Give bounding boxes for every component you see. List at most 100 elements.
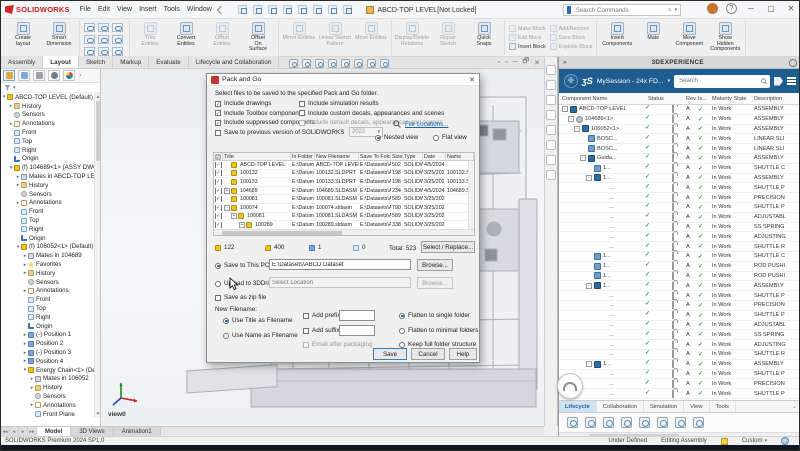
tree-item[interactable]: Origin [1, 155, 100, 164]
menu-item[interactable]: Insert [139, 6, 157, 13]
component-row[interactable]: ... A ✓ In Work PRECISION [559, 379, 800, 389]
tree-item[interactable]: ▸ Annotations [1, 119, 100, 128]
panel-tab[interactable]: View [684, 401, 709, 412]
insert-block-icon[interactable] [509, 43, 516, 50]
table-row[interactable]: 100132 E:\Datum100132.SLDPRTE:\Datasets\… [214, 170, 474, 179]
checkbox-icon[interactable] [299, 110, 305, 116]
save-path-input[interactable] [269, 259, 411, 270]
checkbox-icon[interactable] [215, 110, 221, 116]
tree-item[interactable]: Top [1, 216, 100, 225]
table-row[interactable]: + 104689 E:\Datum104689.SLDASME:\Dataset… [214, 187, 474, 196]
checkbox-icon[interactable] [303, 313, 309, 319]
menu-item[interactable]: File [80, 6, 91, 13]
tree-item[interactable]: Front [1, 207, 100, 216]
home-icon[interactable] [546, 80, 556, 90]
ribbon-block-button[interactable]: Edit Block [509, 34, 546, 41]
tree-filter[interactable]: ▾ [1, 83, 100, 93]
propertymanager-tab-icon[interactable] [18, 70, 30, 81]
panel-menu-icon[interactable] [787, 77, 796, 85]
zoom-area-icon[interactable] [302, 59, 311, 68]
prefix-input[interactable] [339, 310, 375, 321]
row-checkbox[interactable] [215, 188, 222, 194]
use-title-radio[interactable]: Use Title as Filename [223, 317, 293, 324]
display-delete-relations-icon[interactable] [406, 22, 419, 35]
connection-globe-icon[interactable] [781, 437, 789, 445]
view-settings-icon[interactable] [380, 59, 389, 68]
row-checkbox[interactable] [215, 196, 222, 202]
more-tabs-icon[interactable]: › [79, 72, 81, 79]
search-scope-icon[interactable] [567, 6, 571, 14]
tree-item[interactable]: ▾ ABCD-TOP LEVEL (Default) <<Defau [1, 93, 100, 102]
offset-entities-icon[interactable] [216, 22, 229, 35]
component-row[interactable]: ... A ✓ In Work ADJUSTING [559, 232, 800, 242]
table-header-row[interactable]: TitleIn Folder New FilenameSave To Folde… [214, 153, 474, 161]
suffix-input[interactable] [339, 325, 375, 336]
save-to-pc-radio[interactable]: Save to This PC [215, 262, 269, 269]
doc-close-icon[interactable]: ✕ [534, 59, 540, 67]
tree-item[interactable]: Sensors [1, 190, 100, 199]
component-row[interactable]: - ABCD-TOP LEVEL A ✓ In Work ASSEMBLY [559, 105, 800, 115]
flatten-minimal-radio[interactable]: Flatten to minimal folders [399, 327, 478, 334]
component-row[interactable]: ... A ✓ In Work SHUTTLE P [559, 311, 800, 321]
file-search-icon[interactable] [393, 120, 401, 128]
table-vertical-scrollbar[interactable] [468, 161, 474, 229]
checkbox-icon[interactable] [215, 130, 221, 136]
tabs-collapse-icon[interactable]: ⌄ [792, 403, 797, 410]
checkbox-icon[interactable] [303, 328, 309, 334]
table-row[interactable]: - 100074 E:\Datum100074.sldasmE:\Dataset… [214, 204, 474, 213]
tree-item[interactable]: Right [1, 146, 100, 155]
move-component-icon[interactable] [683, 22, 696, 35]
design-library-icon[interactable] [546, 110, 556, 120]
save-previous-version-checkbox[interactable]: Save to previous version of SOLIDWORKS [215, 129, 344, 136]
include-checkbox[interactable]: Include Toolbox components [215, 110, 304, 117]
spline-icon[interactable] [112, 35, 123, 44]
include-checkbox[interactable]: Include custom decals, appearances and s… [299, 110, 444, 117]
unit-system-selector[interactable]: Custom▾ [742, 438, 767, 444]
save-button[interactable]: Save [373, 348, 407, 360]
commandmanager-tab[interactable]: Lifecycle and Collaboration [189, 56, 280, 68]
flatten-single-radio[interactable]: Flatten to single folder [399, 312, 470, 319]
checkbox-icon[interactable] [215, 120, 221, 126]
row-expand-icon[interactable]: - [586, 175, 592, 181]
checkbox-icon[interactable] [215, 101, 221, 107]
row-expand-icon[interactable]: + [224, 188, 230, 194]
row-expand-icon[interactable]: - [568, 116, 574, 122]
tree-item[interactable]: ▸ History [1, 181, 100, 190]
commandmanager-tab[interactable]: Sketch [79, 56, 113, 68]
checkbox-icon[interactable] [215, 295, 221, 301]
keep-structure-radio[interactable]: Keep full folder structure [399, 341, 476, 348]
radio-icon[interactable] [399, 313, 405, 319]
tab-scroll-right-icon[interactable]: ▸ [19, 427, 28, 436]
commandmanager-tab[interactable]: Layout [43, 56, 79, 68]
new-file-icon[interactable] [253, 5, 262, 14]
doc-cascade-icon[interactable]: ▫ [498, 59, 500, 66]
panel-search[interactable] [674, 75, 770, 88]
quick-snaps-icon[interactable] [478, 22, 491, 35]
row-expand-icon[interactable]: + [239, 222, 245, 228]
commandmanager-tab[interactable]: Markup [113, 56, 149, 68]
lifecycle-gears-icon[interactable] [567, 417, 578, 428]
cancel-button[interactable]: Cancel [411, 348, 445, 360]
rectangle-icon[interactable] [84, 35, 95, 44]
tree-item[interactable]: ▸ Position 4 [1, 357, 100, 366]
table-row[interactable]: + 100081 E:\Datum100081.SLDASME:\Dataset… [214, 213, 474, 222]
create-layout-icon[interactable] [17, 22, 30, 35]
ribbon-block-button[interactable]: Add/Remove [550, 25, 593, 32]
row-checkbox[interactable] [215, 222, 222, 228]
sync-icon[interactable] [621, 417, 632, 428]
radio-icon[interactable] [215, 263, 221, 269]
help-icon[interactable]: ? [726, 3, 737, 14]
tab-scroll-left-icon[interactable]: ◂ [10, 427, 19, 436]
bookmark-database-icon[interactable] [585, 417, 596, 428]
minimize-button[interactable]: ─ [745, 4, 757, 13]
radio-icon[interactable] [375, 135, 381, 141]
doc-minimize-icon[interactable]: ─ [513, 59, 518, 66]
forum-icon[interactable] [546, 170, 556, 180]
mirror-entities-icon[interactable] [293, 22, 306, 35]
tree-item[interactable]: ▾ (f) 106052<1> (Default) <Al [1, 243, 100, 252]
component-row[interactable]: ... A ✓ In Work SHUTTLE P [559, 203, 800, 213]
tree-item[interactable]: ▸ (-) Position 1 [1, 331, 100, 340]
threedexperience-icon[interactable] [546, 65, 556, 75]
select-all-checkbox[interactable] [215, 154, 220, 159]
ellipse-icon[interactable] [84, 47, 95, 56]
